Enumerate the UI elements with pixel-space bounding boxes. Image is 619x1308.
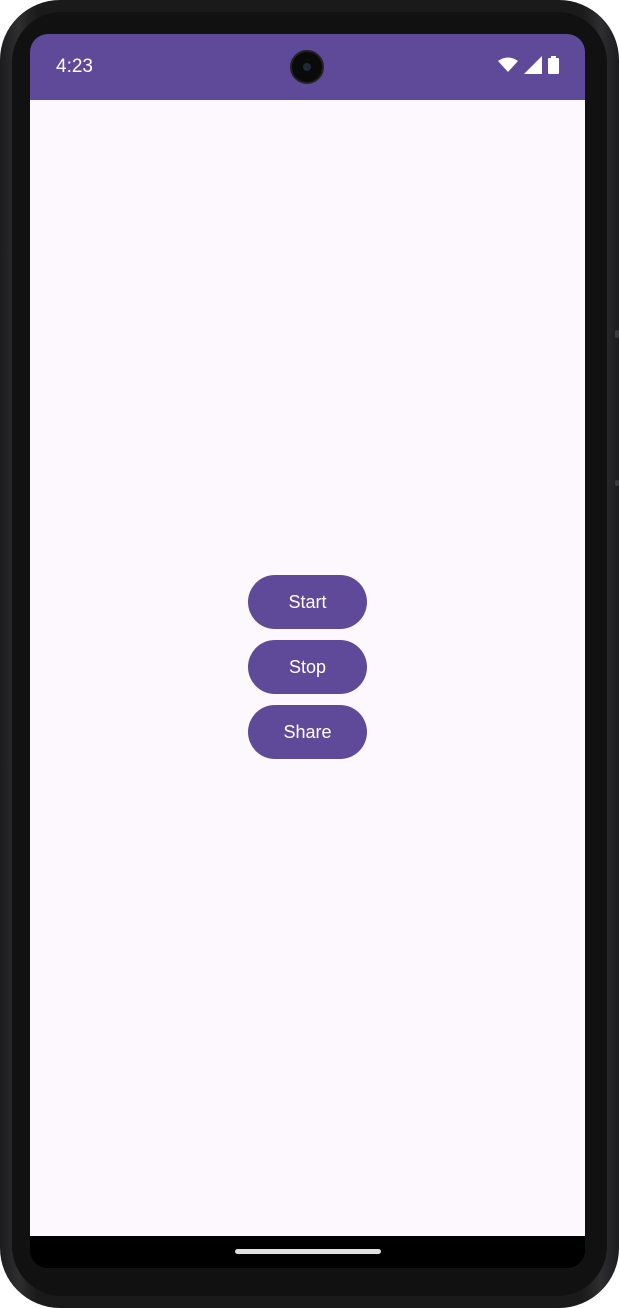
home-indicator[interactable] [235, 1249, 381, 1254]
status-time: 4:23 [56, 56, 93, 77]
share-button[interactable]: Share [248, 705, 367, 759]
navigation-bar [30, 1236, 585, 1268]
stop-button[interactable]: Stop [248, 640, 367, 694]
start-button[interactable]: Start [248, 575, 367, 629]
status-icons [498, 55, 559, 79]
app-content: Start Stop Share [30, 100, 585, 1236]
phone-frame: 4:23 Start Stop Share [0, 0, 619, 1308]
button-group: Start Stop Share [248, 575, 367, 759]
volume-button [615, 480, 619, 486]
wifi-icon [498, 57, 518, 78]
front-camera [290, 50, 324, 84]
status-bar: 4:23 [30, 34, 585, 100]
cellular-signal-icon [524, 55, 542, 79]
device-screen: 4:23 Start Stop Share [30, 34, 585, 1268]
battery-icon [548, 55, 559, 79]
power-button [615, 330, 619, 338]
